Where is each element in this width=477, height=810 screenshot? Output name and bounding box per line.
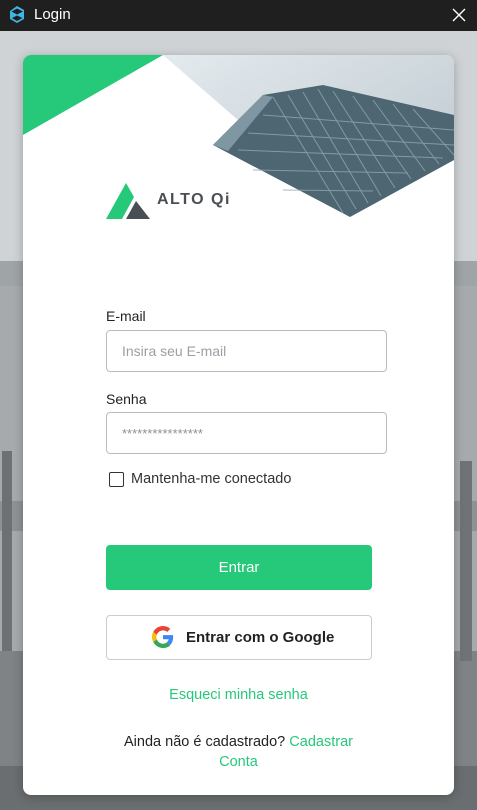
window-title: Login [34,6,71,23]
email-label: E-mail [106,308,146,324]
google-login-button[interactable]: Entrar com o Google [106,615,372,660]
signup-link[interactable]: Cadastrar [289,734,353,750]
login-card: ALTO Qi E-mail Senha Mantenha-me conecta… [23,55,454,795]
close-icon[interactable] [451,7,467,23]
signup-link-continued-row: Conta [23,752,454,773]
brand-name: ALTO Qi [157,191,231,208]
password-input[interactable] [106,412,387,454]
email-input[interactable] [106,330,387,372]
remember-me-checkbox[interactable] [109,472,124,487]
altoqi-app-icon [10,6,24,23]
remember-me-label: Mantenha-me conectado [131,471,292,487]
forgot-password-link[interactable]: Esqueci minha senha [23,687,454,703]
signup-prompt-row: Ainda não é cadastrado? Cadastrar [23,732,454,753]
login-button[interactable]: Entrar [106,545,372,590]
signup-prompt: Ainda não é cadastrado? [124,734,286,750]
signup-link-continued[interactable]: Conta [219,754,258,770]
window-titlebar: Login [0,0,477,31]
google-login-label: Entrar com o Google [186,629,335,646]
password-label: Senha [106,391,147,407]
google-icon [152,626,174,648]
